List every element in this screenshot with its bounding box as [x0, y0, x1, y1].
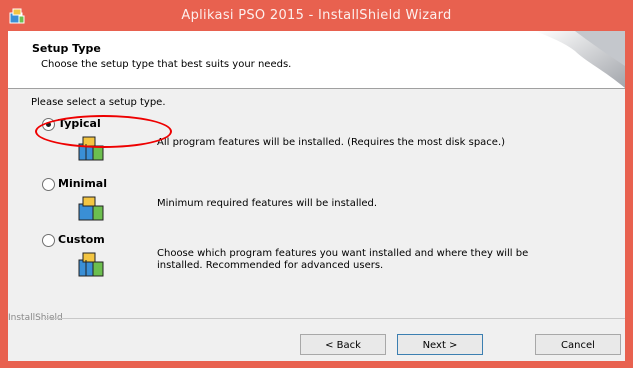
custom-setup-icon	[78, 252, 104, 277]
setup-type-prompt: Please select a setup type.	[31, 97, 166, 108]
custom-description: Choose which program features you want i…	[157, 248, 529, 271]
minimal-radio[interactable]	[42, 178, 55, 191]
page-subtitle: Choose the setup type that best suits yo…	[41, 59, 292, 70]
custom-radio[interactable]	[42, 234, 55, 247]
minimal-setup-icon	[78, 196, 104, 221]
cancel-button[interactable]: Cancel	[535, 334, 621, 355]
minimal-label[interactable]: Minimal	[58, 177, 107, 190]
page-title: Setup Type	[32, 42, 101, 55]
wizard-body: Setup Type Choose the setup type that be…	[8, 31, 625, 361]
minimal-description: Minimum required features will be instal…	[157, 198, 378, 209]
back-button[interactable]: < Back	[300, 334, 386, 355]
wizard-header: Setup Type Choose the setup type that be…	[8, 31, 625, 89]
footer-divider	[44, 318, 625, 319]
next-button[interactable]: Next >	[397, 334, 483, 355]
installer-window: Aplikasi PSO 2015 - InstallShield Wizard…	[0, 0, 633, 368]
window-title: Aplikasi PSO 2015 - InstallShield Wizard	[181, 8, 452, 23]
custom-label[interactable]: Custom	[58, 233, 105, 246]
typical-description: All program features will be installed. …	[157, 137, 506, 148]
highlight-circle	[35, 115, 172, 148]
page-curl-graphic	[535, 31, 625, 88]
title-bar[interactable]: Aplikasi PSO 2015 - InstallShield Wizard	[1, 1, 632, 31]
